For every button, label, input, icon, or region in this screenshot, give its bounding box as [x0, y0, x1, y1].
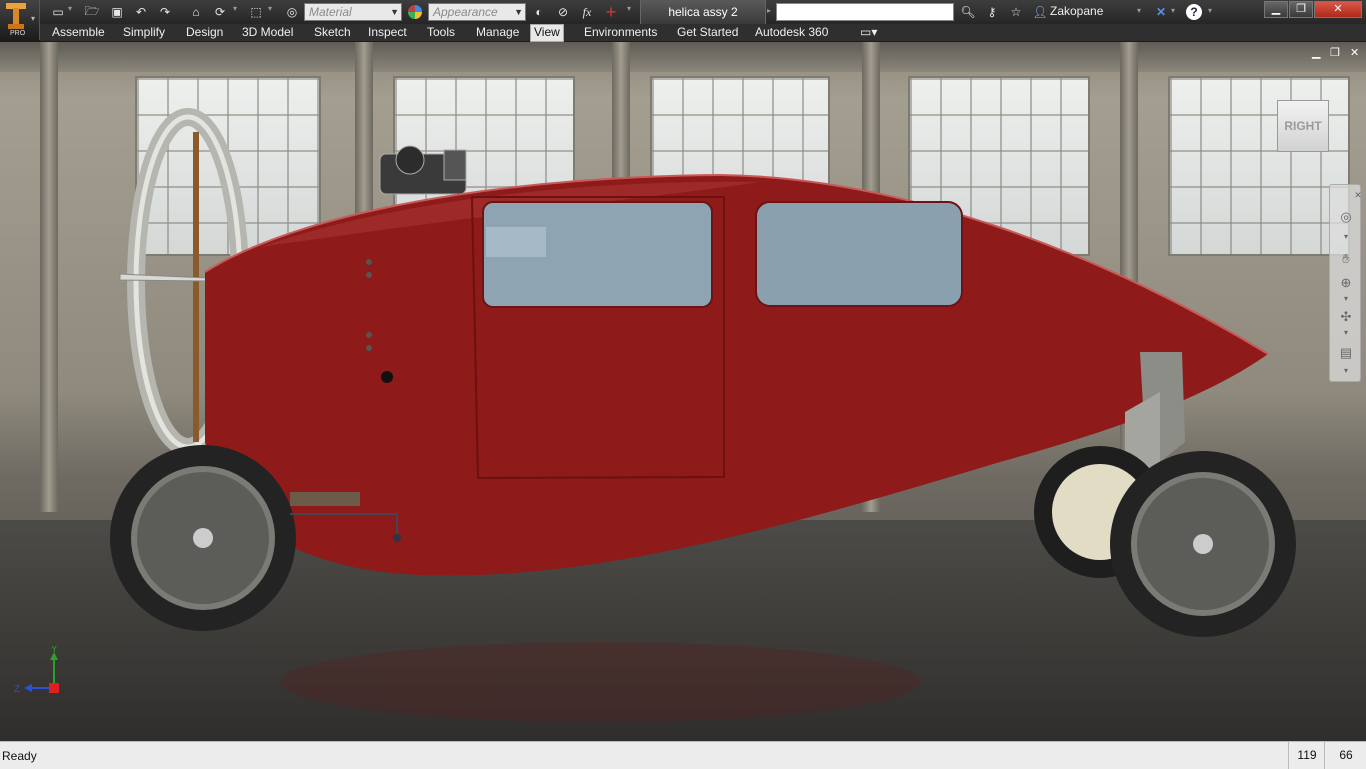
status-count-b: 66: [1324, 742, 1366, 769]
key-icon[interactable]: ⚷: [984, 4, 1000, 20]
status-count-a: 119: [1288, 742, 1325, 769]
tab-sketch[interactable]: Sketch: [311, 25, 354, 40]
viewport-close-icon[interactable]: ✕: [1350, 46, 1359, 59]
open-icon[interactable]: 🗁: [84, 4, 100, 20]
tab-environments[interactable]: Environments: [581, 25, 660, 40]
tab-design[interactable]: Design: [183, 25, 226, 40]
title-bar: PRO ▾ ▭ ▾ 🗁 ▣ ↶ ↷ ⌂ ⟳ ▾ ⬚ ▾ ◎ Material ▼…: [0, 0, 1366, 40]
undo-icon[interactable]: ↶: [133, 4, 149, 20]
chevron-down-icon[interactable]: ▾: [1338, 291, 1354, 307]
tab-get-started[interactable]: Get Started: [674, 25, 741, 40]
inventor-logo-icon: [6, 3, 26, 29]
chevron-down-icon[interactable]: ▾: [1338, 229, 1354, 245]
appearance-dropdown[interactable]: Appearance ▼: [428, 3, 526, 21]
material-placeholder: Material: [309, 5, 352, 19]
coordinate-triad: Y Z: [14, 646, 59, 695]
help-search-input[interactable]: [776, 3, 954, 21]
model-helica-car[interactable]: [0, 42, 1366, 741]
tab-simplify[interactable]: Simplify: [120, 25, 168, 40]
steering-wheel-icon[interactable]: ◎: [1338, 209, 1354, 225]
document-title-tab: helica assy 2: [640, 0, 766, 24]
orbit-icon[interactable]: ✣: [1338, 309, 1354, 325]
pro-badge: PRO: [10, 30, 26, 37]
triad-y-label: Y: [51, 646, 58, 655]
star-icon[interactable]: ☆: [1008, 4, 1024, 20]
function-icon[interactable]: fx: [579, 4, 595, 20]
user-icon[interactable]: 👤︎: [1032, 4, 1048, 20]
chevron-down-icon: ▼: [390, 7, 399, 17]
navigation-bar: ✕ ◎ ▾ ✋︎ ⊕ ▾ ✣ ▾ ▤ ▾: [1329, 184, 1362, 382]
viewport-restore-icon[interactable]: ❐: [1330, 46, 1340, 59]
chevron-down-icon[interactable]: ▾: [268, 4, 272, 13]
material-dropdown[interactable]: Material ▼: [304, 3, 402, 21]
close-icon[interactable]: ✕: [1350, 187, 1366, 203]
clear-icon[interactable]: ⊘: [555, 4, 571, 20]
minimize-button[interactable]: ▁: [1264, 1, 1288, 18]
application-menu-button[interactable]: PRO ▾: [0, 0, 40, 40]
redo-icon[interactable]: ↷: [157, 4, 173, 20]
zoom-icon[interactable]: ⊕: [1338, 275, 1354, 291]
binoculars-icon[interactable]: 🔍︎: [960, 4, 976, 20]
tab-assemble[interactable]: Assemble: [49, 25, 108, 40]
select-icon[interactable]: ⬚: [248, 4, 264, 20]
help-icon[interactable]: ?: [1186, 4, 1202, 20]
status-bar: Ready 119 66: [0, 741, 1366, 769]
user-name[interactable]: Zakopane: [1050, 4, 1103, 18]
viewcube-face-label: RIGHT: [1284, 119, 1322, 133]
adjust-icon[interactable]: ◐: [531, 4, 547, 20]
document-title: helica assy 2: [668, 5, 738, 19]
chevron-down-icon[interactable]: ▾: [1208, 6, 1212, 15]
chevron-down-icon[interactable]: ▾: [627, 4, 631, 13]
exchange-icon[interactable]: ✕: [1153, 4, 1169, 20]
graphics-viewport[interactable]: ▁ ❐ ✕ RIGHT ✕ ◎ ▾ ✋︎ ⊕ ▾ ✣ ▾ ▤ ▾ Y Z: [0, 42, 1366, 741]
close-button[interactable]: ✕: [1314, 1, 1362, 18]
chevron-down-icon[interactable]: ▾: [1137, 6, 1141, 15]
tab-3d-model[interactable]: 3D Model: [239, 25, 296, 40]
restore-button[interactable]: ❐: [1289, 1, 1313, 18]
viewcube[interactable]: RIGHT: [1277, 100, 1329, 152]
chevron-down-icon[interactable]: ▾: [1338, 363, 1354, 379]
tab-autodesk-360[interactable]: Autodesk 360: [752, 25, 831, 40]
chevron-down-icon[interactable]: ▾: [1338, 325, 1354, 341]
chevron-down-icon[interactable]: ▾: [68, 4, 72, 13]
adjust-icon[interactable]: ◎: [284, 4, 300, 20]
look-at-icon[interactable]: ▤: [1338, 345, 1354, 361]
appearance-placeholder: Appearance: [433, 5, 498, 19]
tab-manage[interactable]: Manage: [473, 25, 522, 40]
chevron-down-icon: ▼: [514, 7, 523, 17]
update-icon[interactable]: ⟳: [212, 4, 228, 20]
tab-tools[interactable]: Tools: [424, 25, 458, 40]
pan-icon[interactable]: ✋︎: [1338, 251, 1354, 267]
triad-z-label: Z: [14, 684, 20, 695]
tab-inspect[interactable]: Inspect: [365, 25, 410, 40]
home-icon[interactable]: ⌂: [188, 4, 204, 20]
appearance-icon[interactable]: [407, 4, 423, 20]
ribbon-options-icon[interactable]: ▭▾: [857, 25, 880, 40]
viewport-minimize-icon[interactable]: ▁: [1312, 46, 1320, 59]
chevron-down-icon: ▾: [31, 14, 36, 23]
status-text: Ready: [2, 749, 37, 763]
tab-view[interactable]: View: [530, 24, 564, 42]
chevron-down-icon[interactable]: ▾: [1171, 6, 1175, 15]
chevron-right-icon[interactable]: ▸: [767, 6, 771, 15]
new-icon[interactable]: ▭: [50, 4, 66, 20]
measure-icon[interactable]: +: [603, 2, 619, 22]
ribbon-tab-bar: Assemble Simplify Design 3D Model Sketch…: [40, 24, 1366, 42]
save-icon[interactable]: ▣: [109, 4, 125, 20]
chevron-down-icon[interactable]: ▾: [233, 4, 237, 13]
